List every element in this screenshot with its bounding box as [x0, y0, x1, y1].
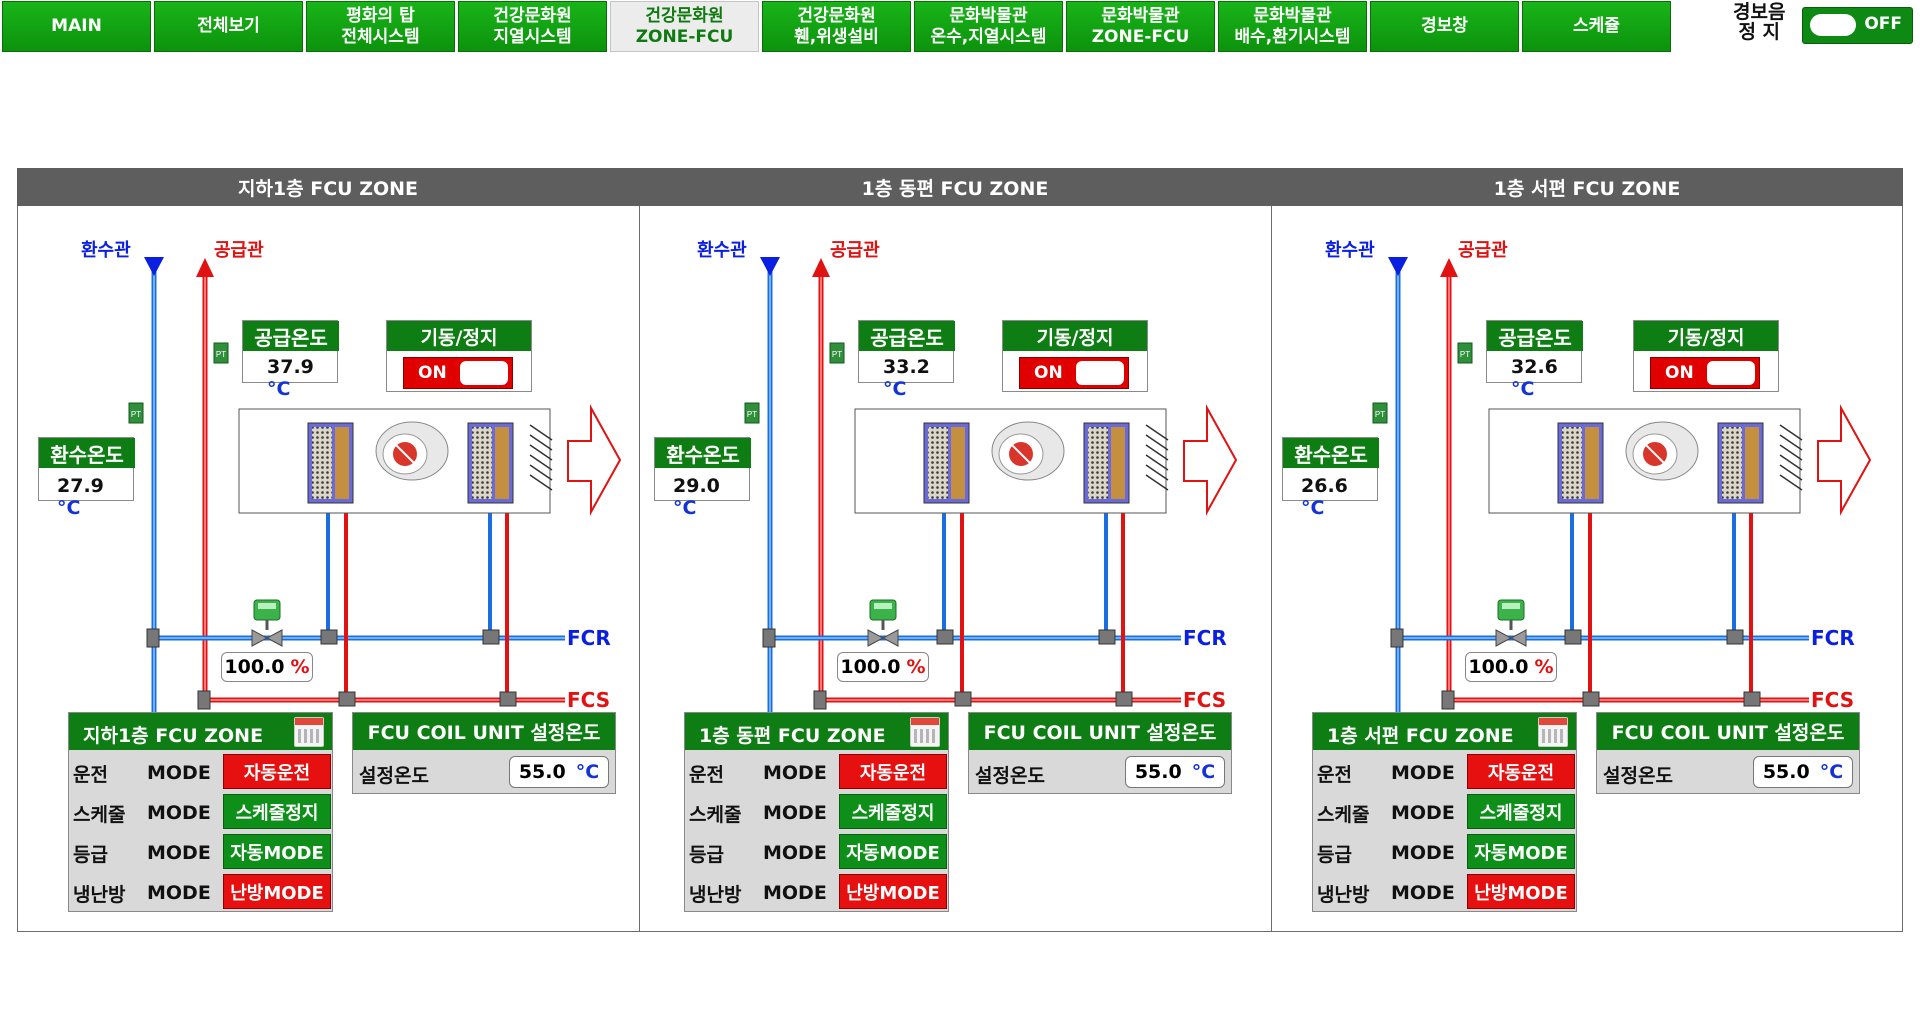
supply-temp-label: 공급온도 [1487, 321, 1583, 351]
start-stop-state: ON [1665, 363, 1694, 383]
zone-mode-panel-header: 1층 서편 FCU ZONE [1313, 713, 1576, 750]
mode-value-button[interactable]: 자동운전 [1467, 754, 1575, 789]
mode-row-mode: MODE [1391, 842, 1455, 864]
mode-row-label: 냉난방 [1317, 884, 1370, 906]
coil-icon [1717, 422, 1764, 504]
svg-text:PT: PT [1460, 350, 1470, 359]
tee-icon [1441, 690, 1455, 710]
tee-icon [1743, 691, 1761, 707]
svg-text:PT: PT [1375, 410, 1385, 419]
supply-pipe-label: 공급관 [1458, 240, 1508, 261]
discharge-arrow-icon [1817, 404, 1872, 516]
toggle-knob [1707, 361, 1755, 385]
setpoint-panel-title: FCU COIL UNIT 설정온도 [1597, 713, 1859, 750]
start-stop-box: 기동/정지 ON [1633, 320, 1779, 392]
supply-temp-value: 32.6 [1511, 356, 1558, 378]
temp-unit: °C [1301, 497, 1325, 519]
mode-row-label: 운전 [1317, 764, 1352, 786]
zone-mode-panel: 1층 서편 FCU ZONE 운전 MODE 자동운전 스케줄 MODE 스케줄… [1312, 712, 1577, 912]
calendar-icon[interactable] [1538, 717, 1568, 747]
coil-icon [1557, 422, 1604, 504]
mode-row-mode: MODE [1391, 882, 1455, 904]
mode-row: 냉난방 MODE 난방MODE [1313, 871, 1576, 911]
setpoint-input[interactable]: 55.0 °C [1753, 756, 1853, 788]
start-stop-label: 기동/정지 [1634, 321, 1778, 351]
zone-mode-panel-title: 1층 서편 FCU ZONE [1327, 725, 1514, 747]
temp-unit: °C [1511, 378, 1535, 400]
return-temp-box: 환수온도 26.6 °C [1282, 437, 1379, 519]
supply-arrow-icon [1440, 258, 1458, 277]
fcs-label: FCS [1811, 688, 1855, 712]
mode-row-label: 스케줄 [1317, 804, 1370, 826]
setpoint-value: 55.0 [1762, 761, 1810, 783]
return-temp-value: 26.6 [1301, 475, 1348, 497]
valve-opening: 100.0% [1465, 652, 1557, 682]
supply-temp-box: 공급온도 32.6 °C [1486, 320, 1583, 400]
fcr-label: FCR [1811, 626, 1855, 650]
mode-row: 스케줄 MODE 스케줄정지 [1313, 791, 1576, 831]
return-temp-label: 환수온도 [1283, 438, 1379, 468]
pt-sensor-icon: PT [1372, 402, 1388, 424]
valve-pct-value: 100.0 [1468, 656, 1529, 678]
pt-sensor-icon: PT [1457, 342, 1473, 364]
temp-unit: °C [1819, 761, 1844, 783]
return-arrow-icon [1388, 257, 1408, 276]
mode-row-label: 등급 [1317, 844, 1352, 866]
tee-icon [1564, 629, 1582, 645]
mode-value-button[interactable]: 난방MODE [1467, 874, 1575, 909]
setpoint-label: 설정온도 [1603, 765, 1673, 787]
setpoint-panel: FCU COIL UNIT 설정온도 설정온도 55.0 °C [1596, 712, 1860, 794]
mode-row-mode: MODE [1391, 762, 1455, 784]
fan-icon [1625, 421, 1699, 481]
piping-diagram: PT PT [1372, 257, 1872, 713]
mode-row: 등급 MODE 자동MODE [1313, 831, 1576, 871]
mode-row: 운전 MODE 자동운전 [1313, 751, 1576, 791]
tee-icon [1390, 628, 1404, 648]
mode-value-button[interactable]: 자동MODE [1467, 834, 1575, 869]
tee-icon [1582, 691, 1600, 707]
mode-value-button[interactable]: 스케줄정지 [1467, 794, 1575, 829]
pct-unit: % [1534, 656, 1554, 678]
start-stop-toggle[interactable]: ON [1650, 357, 1760, 389]
mode-row-mode: MODE [1391, 802, 1455, 824]
tee-icon [1726, 629, 1744, 645]
return-pipe-label: 환수관 [1325, 240, 1375, 261]
